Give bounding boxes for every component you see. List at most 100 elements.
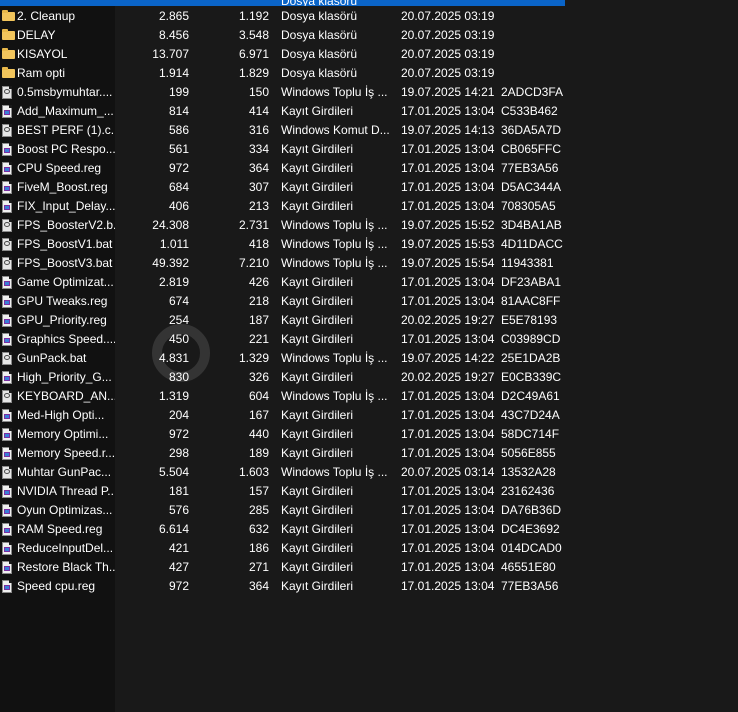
file-name: DELAY: [17, 28, 56, 42]
file-name: GPU Tweaks.reg: [17, 294, 108, 308]
file-packed-size: 221: [248, 332, 269, 346]
folder-icon: [2, 29, 15, 40]
file-row[interactable]: Memory Speed.r... 298 189 Kayıt Girdileri 17…: [0, 444, 738, 463]
file-row[interactable]: FPS_BoosterV2.b... 24.308 2.731 Windows Top…: [0, 216, 738, 235]
file-crc: 58DC714F: [501, 427, 560, 441]
file-name: Add_Maximum_...: [17, 104, 114, 118]
file-icon-cell: [1, 121, 15, 140]
file-type: Kayıt Girdileri: [281, 427, 354, 441]
file-size: 6.614: [158, 522, 189, 536]
file-row[interactable]: Add_Maximum_... 814 414 Kayıt Girdileri 17.0…: [0, 102, 738, 121]
file-row[interactable]: ReduceInputDel... 421 186 Kayıt Girdileri 17…: [0, 539, 738, 558]
file-name: RAM Speed.reg: [17, 522, 103, 536]
file-packed-size: 604: [248, 389, 269, 403]
file-type: Windows Toplu İş ...: [281, 85, 388, 99]
file-name: Restore Black Th...: [17, 560, 115, 574]
file-packed-size: 1.192: [238, 9, 269, 23]
file-size: 421: [168, 541, 189, 555]
file-packed-size: 167: [248, 408, 269, 422]
file-row[interactable]: High_Priority_G... 830 326 Kayıt Girdileri 2…: [0, 368, 738, 387]
file-type: Windows Toplu İş ...: [281, 256, 388, 270]
file-packed-size: 213: [248, 199, 269, 213]
folder-icon: [2, 67, 15, 78]
file-crc: E0CB339C: [501, 370, 562, 384]
file-packed-size: 418: [248, 237, 269, 251]
file-type: Kayıt Girdileri: [281, 446, 354, 460]
file-icon-cell: [1, 577, 15, 596]
batch-file-icon: [2, 466, 12, 479]
file-name: Oyun Optimizas...: [17, 503, 113, 517]
file-row[interactable]: NVIDIA Thread P... 181 157 Kayıt Girdileri 1…: [0, 482, 738, 501]
file-row[interactable]: Ram opti 1.914 1.829 Dosya klasörü 20.07.202…: [0, 64, 738, 83]
file-size: 4.831: [158, 351, 189, 365]
file-row[interactable]: GPU_Priority.reg 254 187 Kayıt Girdileri 20.…: [0, 311, 738, 330]
file-row[interactable]: 2. Cleanup 2.865 1.192 Dosya klasörü 20.07.2…: [0, 7, 738, 26]
selected-row[interactable]: Dosya klasörü: [0, 0, 565, 6]
file-name: 0.5msbymuhtar....: [17, 85, 113, 99]
file-row[interactable]: Muhtar GunPac... 5.504 1.603 Windows Toplu …: [0, 463, 738, 482]
file-modified: 20.02.2025 19:27: [401, 370, 495, 384]
file-row[interactable]: FiveM_Boost.reg 684 307 Kayıt Girdileri 17.0…: [0, 178, 738, 197]
registry-file-icon: [2, 580, 12, 593]
file-size: 586: [168, 123, 189, 137]
file-row[interactable]: GunPack.bat 4.831 1.329 Windows Toplu İş ..…: [0, 349, 738, 368]
file-crc: 11943381: [501, 256, 554, 270]
file-crc: DF23ABA1: [501, 275, 562, 289]
file-name: Ram opti: [17, 66, 66, 80]
file-row[interactable]: BEST PERF (1).c... 586 316 Windows Komut D.…: [0, 121, 738, 140]
file-icon-cell: [1, 349, 15, 368]
file-icon-cell: [1, 64, 15, 83]
file-crc: C03989CD: [501, 332, 561, 346]
file-type: Kayıt Girdileri: [281, 199, 354, 213]
file-name: FPS_BoostV3.bat: [17, 256, 113, 270]
file-modified: 17.01.2025 13:04: [401, 294, 495, 308]
batch-file-icon: [2, 238, 12, 251]
file-size: 254: [168, 313, 189, 327]
file-row[interactable]: KISAYOL 13.707 6.971 Dosya klasörü 20.07.202…: [0, 45, 738, 64]
file-packed-size: 326: [248, 370, 269, 384]
file-crc: E5E78193: [501, 313, 558, 327]
file-type: Kayıt Girdileri: [281, 541, 354, 555]
file-icon-cell: [1, 482, 15, 501]
file-row[interactable]: Speed cpu.reg 972 364 Kayıt Girdileri 17.01.…: [0, 577, 738, 596]
file-size: 13.707: [152, 47, 189, 61]
file-icon-cell: [1, 463, 15, 482]
file-modified: 17.01.2025 13:04: [401, 503, 495, 517]
file-packed-size: 157: [248, 484, 269, 498]
file-size: 2.819: [158, 275, 189, 289]
file-crc: 77EB3A56: [501, 161, 559, 175]
selected-row-type: Dosya klasörü: [281, 0, 357, 6]
file-packed-size: 632: [248, 522, 269, 536]
file-row[interactable]: Oyun Optimizas... 576 285 Kayıt Girdileri 17…: [0, 501, 738, 520]
file-row[interactable]: Graphics Speed.... 450 221 Kayıt Girdileri 1…: [0, 330, 738, 349]
file-modified: 17.01.2025 13:04: [401, 560, 495, 574]
file-icon-cell: [1, 425, 15, 444]
batch-file-icon: [2, 124, 12, 137]
file-icon-cell: [1, 178, 15, 197]
file-row[interactable]: Game Optimizat... 2.819 426 Kayıt Girdileri…: [0, 273, 738, 292]
file-size: 674: [168, 294, 189, 308]
file-row[interactable]: Restore Black Th... 427 271 Kayıt Girdileri…: [0, 558, 738, 577]
file-row[interactable]: FPS_BoostV3.bat 49.392 7.210 Windows Toplu …: [0, 254, 738, 273]
file-size: 450: [168, 332, 189, 346]
file-icon-cell: [1, 254, 15, 273]
file-type: Windows Toplu İş ...: [281, 389, 388, 403]
file-row[interactable]: Boost PC Respo... 561 334 Kayıt Girdileri 17…: [0, 140, 738, 159]
file-row[interactable]: Med-High Opti... 204 167 Kayıt Girdileri 17.…: [0, 406, 738, 425]
file-modified: 20.07.2025 03:14: [401, 465, 495, 479]
file-row[interactable]: CPU Speed.reg 972 364 Kayıt Girdileri 17.01.…: [0, 159, 738, 178]
file-row[interactable]: GPU Tweaks.reg 674 218 Kayıt Girdileri 17.01…: [0, 292, 738, 311]
file-row[interactable]: Memory Optimi... 972 440 Kayıt Girdileri 17.…: [0, 425, 738, 444]
file-row[interactable]: FIX_Input_Delay.... 406 213 Kayıt Girdileri…: [0, 197, 738, 216]
file-row[interactable]: KEYBOARD_AN... 1.319 604 Windows Toplu İş .…: [0, 387, 738, 406]
file-icon-cell: [1, 273, 15, 292]
file-modified: 20.07.2025 03:19: [401, 66, 495, 80]
file-packed-size: 6.971: [238, 47, 269, 61]
file-row[interactable]: 0.5msbymuhtar.... 199 150 Windows Toplu İş …: [0, 83, 738, 102]
file-size: 972: [168, 579, 189, 593]
file-row[interactable]: FPS_BoostV1.bat 1.011 418 Windows Toplu İş …: [0, 235, 738, 254]
file-row[interactable]: RAM Speed.reg 6.614 632 Kayıt Girdileri 17.0…: [0, 520, 738, 539]
file-row[interactable]: DELAY 8.456 3.548 Dosya klasörü 20.07.2025 0…: [0, 26, 738, 45]
registry-file-icon: [2, 333, 12, 346]
file-crc: DA76B36D: [501, 503, 562, 517]
